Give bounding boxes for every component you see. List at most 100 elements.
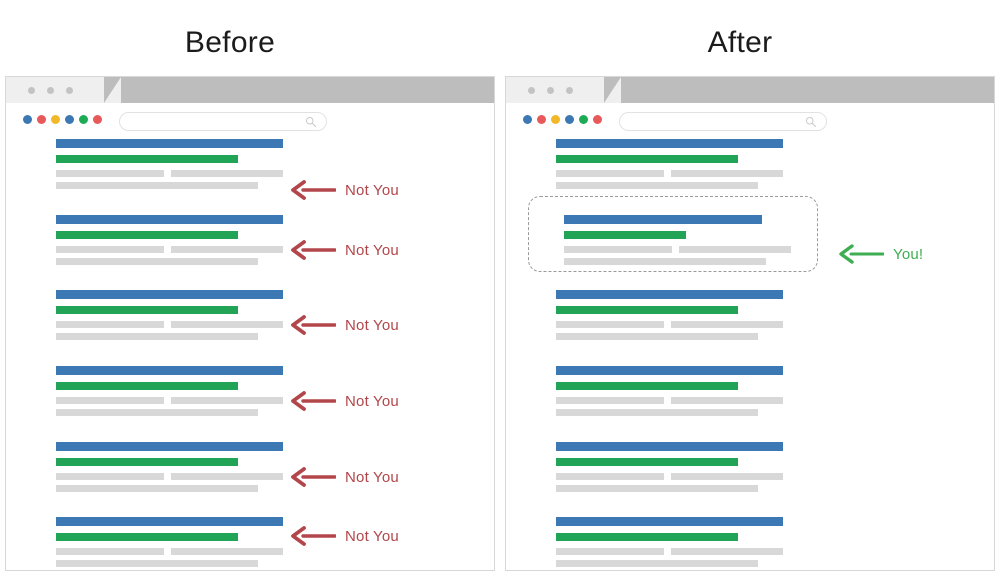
window-dot-icon [547,87,554,94]
result-snippet-bar [556,560,758,567]
result-title-bar [56,215,283,224]
logo-dot-4 [65,115,74,124]
result-snippet-bar [556,485,758,492]
result-url-bar [556,306,738,314]
left-arrow-icon [839,244,884,264]
search-result[interactable] [6,517,494,567]
window-dot-icon [66,87,73,94]
panel-title-after: After [707,26,773,59]
annotation-not-you: Not You [290,526,399,546]
result-title-bar [56,139,283,148]
result-snippet-bar [564,258,766,265]
result-snippet-bar [679,246,791,253]
annotation-you: You! [838,244,923,264]
result-url-bar [56,155,238,163]
result-snippet-bar [556,182,758,189]
browser-toolbar [6,103,494,139]
search-result[interactable] [506,366,994,416]
left-arrow-icon [291,180,336,200]
result-snippet-bar [556,397,664,404]
result-title-bar [56,442,283,451]
result-snippet-bar [556,170,664,177]
result-snippet-bar [56,473,164,480]
logo-dot-6 [93,115,102,124]
annotation-not-you: Not You [290,240,399,260]
search-result[interactable] [506,139,994,189]
result-url-bar [556,382,738,390]
browser-tab[interactable] [506,77,621,103]
search-result[interactable] [506,517,994,567]
result-snippet-bar [171,473,283,480]
result-snippet-bar [556,409,758,416]
browser-toolbar [506,103,994,139]
result-url-bar [56,306,238,314]
browser-tab[interactable] [6,77,121,103]
window-dot-icon [47,87,54,94]
result-snippet-bar [171,170,283,177]
result-snippet-bar [56,409,258,416]
search-result[interactable] [506,442,994,492]
logo-dot-2 [537,115,546,124]
result-snippet-bar [56,333,258,340]
result-snippet-bar [671,473,783,480]
search-icon [305,116,316,127]
logo-dot-4 [565,115,574,124]
search-result[interactable] [506,290,994,340]
result-title-bar [56,290,283,299]
logo-dot-5 [79,115,88,124]
search-input[interactable] [619,112,827,131]
search-result[interactable] [6,139,494,189]
result-snippet-bar [564,246,672,253]
result-snippet-bar [56,560,258,567]
result-url-bar [556,533,738,541]
result-snippet-bar [671,321,783,328]
result-snippet-bar [556,321,664,328]
logo-dot-2 [37,115,46,124]
left-arrow-icon [291,467,336,487]
annotation-label: Not You [345,468,399,486]
annotation-label: Not You [345,316,399,334]
search-input[interactable] [119,112,327,131]
result-snippet-bar [171,548,283,555]
search-result[interactable] [6,442,494,492]
annotation-label: You! [893,245,924,263]
left-arrow-icon [291,315,336,335]
logo-dot-1 [523,115,532,124]
result-snippet-bar [171,397,283,404]
result-snippet-bar [56,170,164,177]
result-url-bar [56,458,238,466]
search-results-list-before [6,139,494,570]
comparison-figure: Before After Not You Not You Not You Not… [0,0,1000,582]
left-arrow-icon [291,240,336,260]
result-url-bar [56,382,238,390]
search-result[interactable] [6,366,494,416]
search-results-list-after [506,139,994,570]
left-arrow-icon [291,391,336,411]
search-result[interactable] [6,290,494,340]
result-url-bar [564,231,686,239]
logo-dot-1 [23,115,32,124]
result-snippet-bar [56,246,164,253]
result-snippet-bar [556,333,758,340]
result-url-bar [556,458,738,466]
result-snippet-bar [171,246,283,253]
left-arrow-icon [291,526,336,546]
search-icon [805,116,816,127]
annotation-label: Not You [345,181,399,199]
result-snippet-bar [556,473,664,480]
site-logo [23,115,102,124]
result-title-bar [556,290,783,299]
site-logo [523,115,602,124]
browser-window-before [5,76,495,571]
browser-tab-bar [506,77,994,103]
result-snippet-bar [556,548,664,555]
result-snippet-bar [56,548,164,555]
annotation-label: Not You [345,527,399,545]
search-result[interactable] [6,215,494,265]
browser-window-after [505,76,995,571]
browser-tab-bar [6,77,494,103]
window-dot-icon [566,87,573,94]
result-snippet-bar [56,397,164,404]
result-title-bar [56,366,283,375]
result-url-bar [56,231,238,239]
